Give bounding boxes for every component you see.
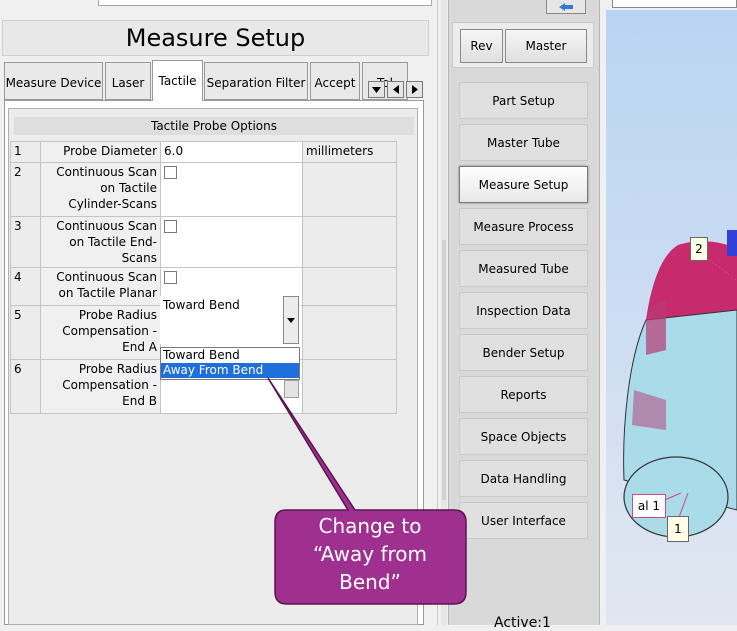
row-label: Continuous Scan on Tactile End-Scans	[40, 216, 161, 268]
nav-measured-tube[interactable]: Measured Tube	[459, 250, 588, 287]
option-toward-bend[interactable]: Toward Bend	[161, 348, 299, 363]
tab-scroll-left-icon[interactable]	[387, 81, 404, 98]
unit-cell	[302, 162, 397, 217]
rev-button[interactable]: Rev	[460, 29, 503, 63]
end-b-dropdown-list[interactable]: Toward Bend Away From Bend	[160, 347, 300, 380]
unit-label: millimeters	[302, 141, 397, 163]
nav-inspection-data[interactable]: Inspection Data	[459, 292, 588, 329]
row-number: 4	[10, 267, 41, 306]
table-row: 2 Continuous Scan on Tactile Cylinder-Sc…	[10, 162, 397, 217]
unit-cell	[302, 305, 397, 360]
continuous-scan-planar-checkbox[interactable]	[164, 271, 177, 284]
cylinder-scan-cell	[160, 162, 303, 217]
tab-scroll-right-icon[interactable]	[406, 81, 423, 98]
row-label: Probe Diameter	[40, 141, 161, 163]
tab-laser[interactable]: Laser	[105, 62, 151, 100]
end-a-dropdown-button[interactable]	[283, 296, 299, 344]
row-number: 6	[10, 359, 41, 414]
unit-cell	[302, 267, 397, 306]
splitter-grip[interactable]	[442, 240, 446, 500]
back-arrow-button[interactable]	[546, 0, 586, 14]
row-label: Probe Radius Compensation - End B	[40, 359, 161, 414]
marker-block	[727, 230, 737, 256]
tab-tactile[interactable]: Tactile	[152, 60, 203, 101]
option-away-from-bend[interactable]: Away From Bend	[161, 363, 299, 378]
nav-space-objects[interactable]: Space Objects	[459, 418, 588, 455]
nav-bender-setup[interactable]: Bender Setup	[459, 334, 588, 371]
top-input-strip	[98, 0, 432, 6]
page-title: Measure Setup	[2, 20, 429, 56]
row-number: 3	[10, 216, 41, 268]
3d-viewport[interactable]: 2 al 1 1	[606, 10, 737, 625]
end-scan-cell	[160, 216, 303, 268]
continuous-scan-cylinder-checkbox[interactable]	[164, 166, 177, 179]
nav-part-setup[interactable]: Part Setup	[459, 82, 588, 119]
tab-scroll-down-icon[interactable]	[368, 81, 385, 98]
chevron-down-icon	[287, 317, 295, 323]
end-a-dropdown[interactable]: Toward Bend	[160, 296, 300, 344]
marker-label-2: 2	[690, 237, 708, 261]
nav-user-interface[interactable]: User Interface	[459, 502, 588, 539]
nav-data-handling[interactable]: Data Handling	[459, 460, 588, 497]
tab-accept[interactable]: Accept	[310, 62, 360, 100]
view-tab[interactable]	[612, 0, 737, 8]
probe-diameter-input[interactable]: 6.0	[160, 141, 303, 163]
table-row: 1 Probe Diameter 6.0 millimeters	[10, 141, 397, 163]
row-number: 2	[10, 162, 41, 217]
unit-cell	[302, 216, 397, 268]
row-label: Continuous Scan on Tactile Planar	[40, 267, 161, 306]
nav-measure-setup[interactable]: Measure Setup	[459, 166, 588, 203]
arrow-left-icon	[559, 2, 573, 11]
row-number: 1	[10, 141, 41, 163]
end-a-dropdown-value: Toward Bend	[163, 298, 240, 312]
nav-master-tube[interactable]: Master Tube	[459, 124, 588, 161]
row-label: Continuous Scan on Tactile Cylinder-Scan…	[40, 162, 161, 217]
tab-measure-device[interactable]: Measure Device	[4, 62, 103, 100]
active-status: Active:1	[494, 615, 551, 631]
group-title: Tactile Probe Options	[14, 117, 414, 135]
nav-reports[interactable]: Reports	[459, 376, 588, 413]
master-button[interactable]: Master	[505, 29, 587, 63]
continuous-scan-end-checkbox[interactable]	[164, 220, 177, 233]
end-b-dropdown-button[interactable]	[284, 380, 299, 398]
marker-tag: al 1	[632, 494, 666, 518]
marker-label-1: 1	[667, 516, 689, 542]
nav-measure-process[interactable]: Measure Process	[459, 208, 588, 245]
table-row: 3 Continuous Scan on Tactile End-Scans	[10, 216, 397, 268]
unit-cell	[302, 359, 397, 414]
row-label: Probe Radius Compensation - End A	[40, 305, 161, 360]
row-number: 5	[10, 305, 41, 360]
tab-separation-filter[interactable]: Separation Filter	[204, 62, 308, 100]
